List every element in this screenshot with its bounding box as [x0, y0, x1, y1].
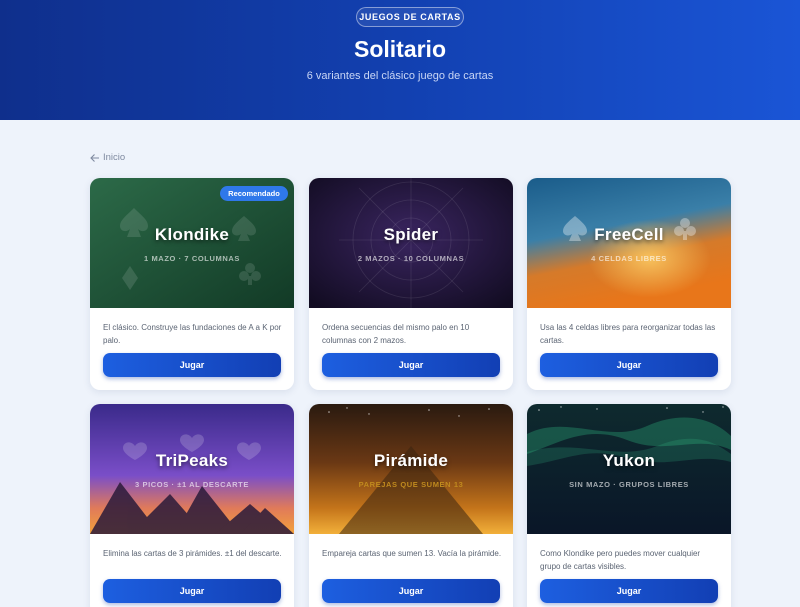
- card-art-yukon: Yukon SIN MAZO · GRUPOS LIBRES: [527, 404, 731, 534]
- back-link-label: Inicio: [103, 152, 126, 163]
- play-button-freecell[interactable]: Jugar: [540, 353, 718, 377]
- card-title: TriPeaks: [155, 451, 229, 470]
- card-description: Ordena secuencias del mismo palo en 10 c…: [322, 323, 470, 345]
- card-meta: SIN MAZO · GRUPOS LIBRES: [569, 480, 689, 489]
- card-meta: PAREJAS QUE SUMEN 13: [358, 480, 464, 489]
- play-button-piramide[interactable]: Jugar: [322, 579, 500, 603]
- card-description: Usa las 4 celdas libres para reorganizar…: [540, 323, 716, 345]
- page-title: Solitario: [353, 36, 446, 62]
- card-title: FreeCell: [594, 225, 664, 244]
- hero-header: JUEGOS DE CARTAS Solitario 6 variantes d…: [0, 0, 800, 120]
- recommended-badge: Recomendado: [220, 186, 288, 201]
- card-art-klondike: Recomendado Klondike 1 MAZO · 7 COLUMNAS: [90, 178, 294, 308]
- back-link[interactable]: Inicio: [90, 152, 125, 163]
- card-meta: 2 MAZOS · 10 COLUMNAS: [357, 254, 465, 263]
- card-description: Como Klondike pero puedes mover cualquie…: [540, 549, 701, 571]
- card-description: Elimina las cartas de 3 pirámides. ±1 de…: [103, 549, 282, 558]
- card-art-freecell: FreeCell 4 CELDAS LIBRES: [527, 178, 731, 308]
- category-badge: JUEGOS DE CARTAS: [356, 7, 464, 27]
- page-subtitle: 6 variantes del clásico juego de cartas: [306, 70, 494, 82]
- card-description: El clásico. Construye las fundaciones de…: [103, 323, 282, 345]
- arrow-left-icon: [90, 153, 99, 162]
- game-card-yukon: Yukon SIN MAZO · GRUPOS LIBRES Como Klon…: [527, 404, 731, 607]
- play-button-klondike[interactable]: Jugar: [103, 353, 281, 377]
- card-art-tripeaks: TriPeaks 3 PICOS · ±1 AL DESCARTE: [90, 404, 294, 534]
- card-title: Pirámide: [373, 451, 449, 470]
- game-card-klondike: Recomendado Klondike 1 MAZO · 7 COLUMNAS…: [90, 178, 294, 390]
- game-card-piramide: Pirámide PAREJAS QUE SUMEN 13 Empareja c…: [309, 404, 513, 607]
- card-meta: 3 PICOS · ±1 AL DESCARTE: [135, 480, 249, 489]
- card-meta: 4 CELDAS LIBRES: [591, 254, 667, 263]
- play-button-tripeaks[interactable]: Jugar: [103, 579, 281, 603]
- card-description: Empareja cartas que sumen 13. Vacía la p…: [322, 549, 502, 558]
- card-title: Klondike: [154, 225, 230, 244]
- play-button-yukon[interactable]: Jugar: [540, 579, 718, 603]
- game-card-freecell: FreeCell 4 CELDAS LIBRES Usa las 4 celda…: [527, 178, 731, 390]
- card-title: Yukon: [602, 451, 656, 470]
- play-button-spider[interactable]: Jugar: [322, 353, 500, 377]
- card-title: Spider: [383, 225, 439, 244]
- card-meta: 1 MAZO · 7 COLUMNAS: [144, 254, 240, 263]
- game-card-tripeaks: TriPeaks 3 PICOS · ±1 AL DESCARTE Elimin…: [90, 404, 294, 607]
- card-art-spider: Spider 2 MAZOS · 10 COLUMNAS: [309, 178, 513, 308]
- game-card-spider: Spider 2 MAZOS · 10 COLUMNAS Ordena secu…: [309, 178, 513, 390]
- card-art-piramide: Pirámide PAREJAS QUE SUMEN 13: [309, 404, 513, 534]
